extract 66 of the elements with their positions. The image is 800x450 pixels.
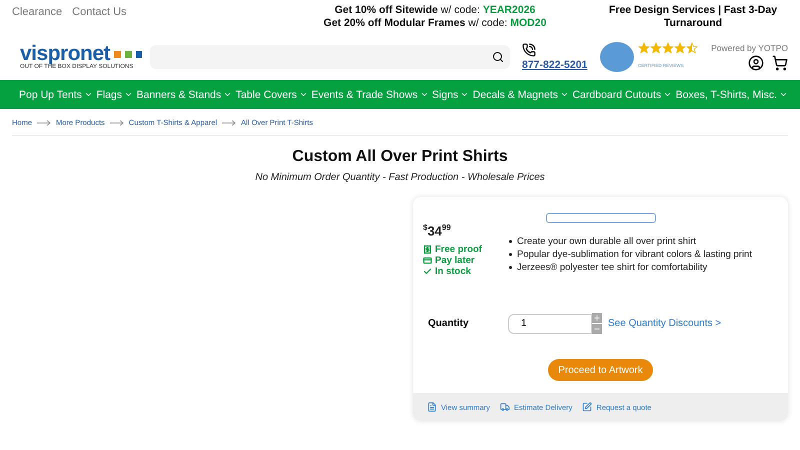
star-icon (638, 42, 650, 54)
option-select[interactable] (546, 213, 656, 223)
feature-text: Create your own durable all over print shirt (517, 235, 696, 248)
plus-icon (593, 314, 601, 322)
proceed-button[interactable]: Proceed to Artwork (548, 359, 653, 382)
arrow-icon (37, 120, 52, 126)
bullet-icon (509, 240, 512, 243)
chevron-down-icon (84, 90, 93, 99)
summary-icon (427, 402, 437, 412)
bullet-icon (509, 253, 512, 256)
arrow-icon (222, 120, 236, 126)
truck-icon (500, 402, 510, 412)
decrease-button[interactable] (592, 324, 602, 334)
promo-text: Get 10% off Sitewide w/ code: YEAR2026 (334, 4, 536, 17)
nav-menu-item[interactable]: Table Covers (236, 88, 308, 100)
feature-text: Popular dye-sublimation for vibrant colors & lasting print (517, 248, 752, 261)
search-icon[interactable] (492, 51, 504, 63)
chevron-down-icon (779, 90, 788, 99)
increase-button[interactable] (592, 313, 602, 324)
chevron-down-icon (420, 90, 429, 99)
logo-squares-icon (114, 50, 142, 58)
chevron-down-icon (223, 90, 232, 99)
star-icon (650, 42, 662, 54)
services-text: Free Design Services | Fast 3-Day Turnaround (608, 4, 778, 30)
cart-icon[interactable] (772, 55, 788, 71)
perk-text: In stock (435, 266, 471, 278)
star-icon (686, 42, 698, 54)
star-icon (674, 42, 686, 54)
logo-text[interactable]: vispronet (20, 44, 110, 64)
promo-text: Get 20% off Modular Frames w/ code: MOD20 (322, 17, 548, 30)
edit-icon (582, 402, 592, 412)
nav-menu-item[interactable]: Flags (96, 88, 134, 100)
top-link[interactable]: Contact Us (72, 6, 127, 18)
nav-menu-item[interactable]: Banners & Stands (136, 88, 232, 100)
feature-text: Jerzees® polyester tee shirt for comfortability (517, 261, 708, 274)
price: $^{$}$34$^{99}$ (423, 223, 452, 238)
arrow-icon (110, 120, 124, 126)
quantity-discounts-link[interactable]: See Quantity Discounts > (608, 318, 722, 330)
check-icon (423, 267, 432, 276)
quantity-label: Quantity (428, 318, 470, 330)
chevron-down-icon (560, 90, 569, 99)
card-icon (423, 256, 432, 266)
nav-menu-item[interactable]: Signs (432, 88, 470, 100)
chevron-down-icon (460, 90, 470, 99)
nav-menu-item[interactable]: Decals & Magnets (472, 88, 569, 100)
powered-by-text: Powered by YOTPO (711, 43, 788, 53)
page-title: Custom All Over Print Shirts (291, 148, 509, 166)
page-subtitle: No Minimum Order Quantity - Fast Production - Wholesale Prices (254, 172, 546, 183)
review-badge-icon (600, 42, 634, 72)
nav-menu-item[interactable]: Boxes, T-Shirts, Misc. (676, 88, 788, 100)
quantity-input[interactable]: 1 (508, 314, 592, 334)
star-icon (662, 42, 674, 54)
phone-link[interactable]: 877-822-5201 (522, 59, 588, 71)
chevron-down-icon (298, 90, 308, 99)
account-icon[interactable] (748, 55, 764, 71)
perk-text: Free proof (435, 244, 482, 256)
top-link[interactable]: Clearance (12, 6, 62, 18)
perk-text: Pay later (435, 255, 475, 266)
bullet-icon (509, 266, 512, 269)
chevron-down-icon (663, 90, 672, 99)
search-field[interactable] (150, 45, 510, 69)
phone-icon (522, 43, 536, 57)
nav-menu-item[interactable]: Events & Trade Shows (311, 88, 429, 100)
nav-menu-item[interactable]: Pop Up Tents (19, 88, 93, 100)
chevron-down-icon (124, 90, 134, 99)
nav-menu-item[interactable]: Cardboard Cutouts (572, 88, 672, 100)
